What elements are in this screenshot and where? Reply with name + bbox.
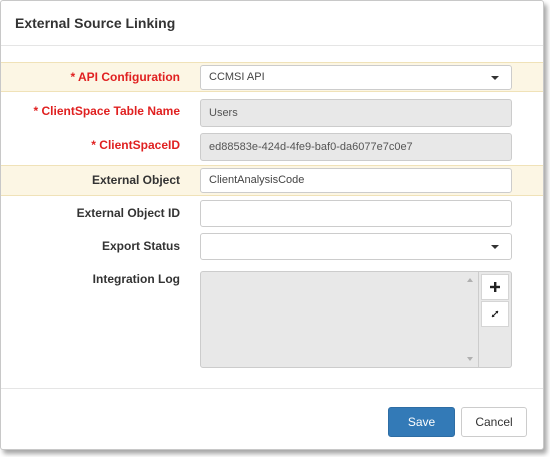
table-name-field: Users	[200, 99, 512, 127]
table-name-label: * ClientSpace Table Name	[33, 104, 181, 118]
chevron-down-icon	[491, 76, 499, 80]
chevron-down-icon	[491, 245, 499, 249]
dialog-title: External Source Linking	[1, 1, 543, 46]
expand-icon	[491, 310, 499, 318]
integration-log-toolbar	[479, 271, 512, 368]
clientspace-id-field: ed88583e-424d-4fe9-baf0-da6077e7c0e7	[200, 133, 512, 161]
integration-log-label: Integration Log	[92, 272, 180, 286]
export-status-label: Export Status	[101, 239, 180, 253]
integration-log-textarea[interactable]	[200, 271, 479, 368]
plus-icon	[490, 282, 500, 292]
external-source-linking-dialog: External Source Linking * API Configurat…	[0, 0, 544, 450]
export-status-select[interactable]	[200, 233, 512, 260]
table-name-value: Users	[209, 107, 238, 119]
clientspace-id-label: * ClientSpaceID	[91, 138, 180, 152]
external-object-value: ClientAnalysisCode	[209, 174, 305, 186]
save-button[interactable]: Save	[388, 407, 455, 437]
api-configuration-value: CCMSI API	[209, 71, 265, 83]
cancel-button[interactable]: Cancel	[461, 407, 527, 437]
dialog-footer: Save Cancel	[1, 388, 543, 449]
external-object-label: External Object	[91, 173, 180, 187]
scroll-up-arrow-icon[interactable]	[467, 278, 473, 282]
scroll-down-arrow-icon[interactable]	[467, 357, 473, 361]
add-log-button[interactable]	[481, 274, 509, 300]
external-object-input[interactable]: ClientAnalysisCode	[200, 168, 512, 193]
api-configuration-label: * API Configuration	[70, 70, 180, 84]
external-object-id-label: External Object ID	[76, 206, 180, 220]
expand-log-button[interactable]	[481, 301, 509, 327]
clientspace-id-value: ed88583e-424d-4fe9-baf0-da6077e7c0e7	[209, 141, 413, 153]
api-configuration-select[interactable]: CCMSI API	[200, 65, 512, 90]
external-object-id-input[interactable]	[200, 200, 512, 227]
